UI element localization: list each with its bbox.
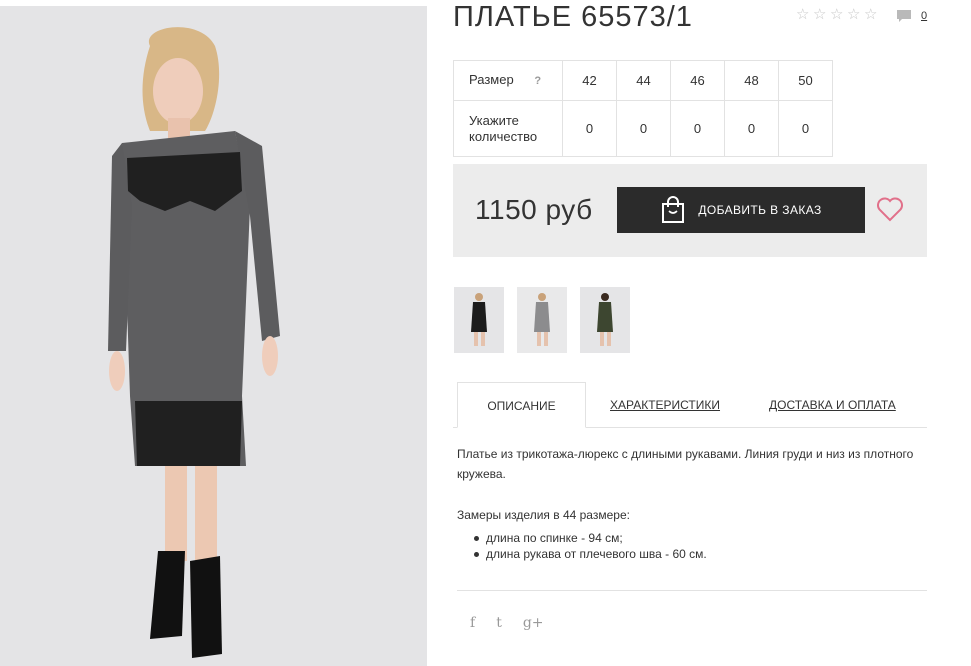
product-title: ПЛАТЬЕ 65573/1	[453, 1, 693, 33]
tab-description[interactable]: ОПИСАНИЕ	[457, 382, 586, 428]
size-row-label: Размер ?	[453, 60, 563, 101]
quantity-input[interactable]: 0	[778, 100, 833, 157]
shopping-bag-icon	[662, 196, 685, 223]
measure-item: длина по спинке - 94 см;	[471, 530, 707, 546]
thumbnail-grey-dress[interactable]	[517, 287, 567, 353]
facebook-icon[interactable]: f	[470, 615, 475, 631]
product-price: 1150 руб	[475, 194, 593, 225]
price-panel: 1150 руб ДОБАВИТЬ В ЗАКАЗ	[453, 164, 927, 257]
thumbnail-olive-dress[interactable]	[580, 287, 630, 353]
product-tabs: ОПИСАНИЕ ХАРАКТЕРИСТИКИ ДОСТАВКА И ОПЛАТ…	[453, 382, 927, 428]
quantity-input[interactable]: 0	[616, 100, 671, 157]
comments-link[interactable]: 0	[896, 9, 927, 23]
comments-count[interactable]: 0	[921, 10, 927, 22]
quantity-label: Укажите количество	[453, 100, 563, 157]
twitter-icon[interactable]: t	[496, 615, 502, 631]
add-to-order-button[interactable]: ДОБАВИТЬ В ЗАКАЗ	[617, 187, 865, 233]
thumbnail-black-dress[interactable]	[454, 287, 504, 353]
thumbnail-strip	[454, 287, 630, 353]
star-outline-icon[interactable]: ☆	[813, 7, 828, 22]
quantity-input[interactable]: 0	[562, 100, 617, 157]
rating-stars[interactable]: ☆ ☆ ☆ ☆ ☆	[796, 7, 879, 22]
size-label: Размер	[469, 72, 514, 87]
measures-list: длина по спинке - 94 см; длина рукава от…	[471, 530, 707, 562]
add-to-order-label: ДОБАВИТЬ В ЗАКАЗ	[698, 203, 822, 217]
star-outline-icon[interactable]: ☆	[847, 7, 862, 22]
size-help-icon[interactable]: ?	[534, 73, 541, 89]
heart-icon[interactable]	[876, 196, 904, 222]
product-description: Платье из трикотажа-люрекс с длиными рук…	[457, 447, 914, 481]
quantity-input[interactable]: 0	[670, 100, 725, 157]
size-cell: 48	[724, 60, 779, 101]
speech-bubble-icon	[897, 10, 911, 22]
star-outline-icon[interactable]: ☆	[796, 7, 811, 22]
star-outline-icon[interactable]: ☆	[830, 7, 845, 22]
social-share: f t g+	[470, 615, 544, 631]
divider	[457, 590, 927, 591]
size-cell: 46	[670, 60, 725, 101]
tab-delivery-payment[interactable]: ДОСТАВКА И ОПЛАТА	[769, 382, 896, 428]
star-outline-icon[interactable]: ☆	[864, 7, 879, 22]
measure-item: длина рукава от плечевого шва - 60 см.	[471, 546, 707, 562]
size-cell: 50	[778, 60, 833, 101]
quantity-input[interactable]: 0	[724, 100, 779, 157]
measures-title: Замеры изделия в 44 размере:	[457, 508, 630, 522]
product-main-photo[interactable]	[0, 6, 427, 666]
size-quantity-table: Размер ? 42 44 46 48 50 Укажите количест…	[453, 60, 833, 157]
size-cell: 44	[616, 60, 671, 101]
google-plus-icon[interactable]: g+	[523, 615, 544, 631]
size-cell: 42	[562, 60, 617, 101]
tab-characteristics[interactable]: ХАРАКТЕРИСТИКИ	[610, 382, 720, 428]
